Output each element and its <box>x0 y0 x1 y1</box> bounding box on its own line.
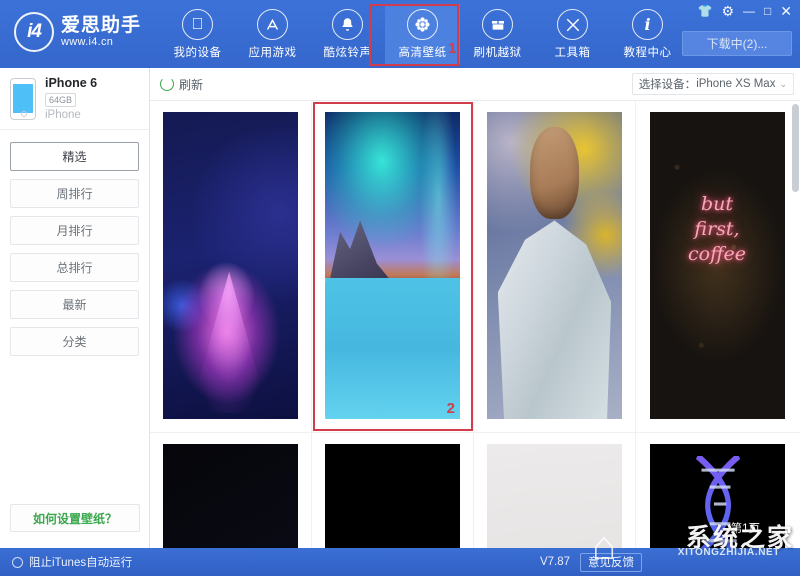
sidebar: iPhone 6 64GB iPhone 精选 周排行 月排行 总排行 最新 分… <box>0 68 150 548</box>
main-nav:  我的设备 应用游戏 酷炫铃声 <box>160 4 685 64</box>
wallpaper-thumbnail <box>650 444 785 548</box>
block-itunes-label: 阻止iTunes自动运行 <box>29 554 132 570</box>
scroll-to-top-icon[interactable]: ︿ <box>771 521 788 538</box>
tools-icon <box>557 9 588 40</box>
wallpaper-cell-purple-ghost-mountain[interactable] <box>150 101 312 432</box>
nav-item-tutorial-center[interactable]: i 教程中心 <box>610 4 685 64</box>
close-icon[interactable]: ✕ <box>780 5 792 17</box>
sidebar-nav: 精选 周排行 月排行 总排行 最新 分类 <box>0 130 149 356</box>
wallpaper-thumbnail <box>325 444 460 548</box>
brand-name: 爱思助手 <box>61 15 141 36</box>
info-icon: i <box>632 9 663 40</box>
device-card[interactable]: iPhone 6 64GB iPhone <box>0 68 149 130</box>
flower-icon <box>407 9 438 40</box>
refresh-button[interactable]: 刷新 <box>160 76 203 93</box>
sidebar-item-featured[interactable]: 精选 <box>10 142 139 171</box>
sidebar-item-total-rank[interactable]: 总排行 <box>10 253 139 282</box>
wallpaper-thumbnail <box>163 112 298 419</box>
nav-item-toolbox[interactable]: 工具箱 <box>535 4 610 64</box>
status-bar: 阻止iTunes自动运行 V7.87 意见反馈 <box>0 548 800 576</box>
app-header: i4 爱思助手 www.i4.cn  我的设备 应用游戏 <box>0 0 800 68</box>
device-select-label: 选择设备： <box>639 76 697 92</box>
device-name: iPhone 6 <box>45 76 97 91</box>
gear-icon[interactable]: ⚙ <box>721 5 734 17</box>
chevron-down-icon: ⌄ <box>779 79 787 90</box>
nav-label: 我的设备 <box>174 44 222 60</box>
wallpaper-cell-dark-abstract-lines[interactable] <box>150 433 312 548</box>
sidebar-item-categories[interactable]: 分类 <box>10 327 139 356</box>
wallpaper-neon-text: butfirst,coffee <box>650 192 785 267</box>
wallpaper-thumbnail <box>487 444 622 548</box>
minimize-icon[interactable]: — <box>743 5 755 17</box>
device-type: iPhone <box>45 108 97 122</box>
app-logo: i4 爱思助手 www.i4.cn <box>14 12 141 52</box>
sidebar-item-newest[interactable]: 最新 <box>10 290 139 319</box>
iphone-icon <box>10 78 36 120</box>
i4-assistant-window: i4 爱思助手 www.i4.cn  我的设备 应用游戏 <box>0 0 800 576</box>
nav-label: 高清壁纸 <box>399 44 447 60</box>
maximize-icon[interactable]: □ <box>764 5 771 17</box>
wallpaper-row: 2 butfirst,coffee <box>150 101 800 433</box>
wallpaper-cell-light-gray-gradient[interactable] <box>474 433 636 548</box>
nav-item-ringtones[interactable]: 酷炫铃声 <box>310 4 385 64</box>
wallpaper-cell-man-in-white-suit[interactable] <box>474 101 636 432</box>
device-capacity-badge: 64GB <box>45 93 76 107</box>
wallpaper-grid: 2 butfirst,coffee <box>150 101 800 548</box>
annotation-number-2: 2 <box>447 400 455 417</box>
content-toolbar: 刷新 选择设备： iPhone XS Max ⌄ <box>150 68 800 101</box>
window-controls: 👕 ⚙ — □ ✕ <box>698 5 793 17</box>
radio-icon <box>12 557 23 568</box>
content-area: 刷新 选择设备： iPhone XS Max ⌄ 2 <box>150 68 800 548</box>
nav-label: 酷炫铃声 <box>324 44 372 60</box>
wallpaper-cell-black-red-glow[interactable] <box>312 433 474 548</box>
page-indicator: 第1页 <box>731 520 760 536</box>
nav-label: 工具箱 <box>555 44 591 60</box>
wallpaper-cell-aurora-ice-lake[interactable]: 2 <box>312 101 474 432</box>
nav-item-my-device[interactable]:  我的设备 <box>160 4 235 64</box>
apple-icon:  <box>182 9 213 40</box>
refresh-label: 刷新 <box>179 76 203 93</box>
sidebar-item-monthly-rank[interactable]: 月排行 <box>10 216 139 245</box>
wallpaper-row <box>150 433 800 548</box>
wallpaper-thumbnail: 2 <box>325 112 460 419</box>
block-itunes-toggle[interactable]: 阻止iTunes自动运行 <box>12 554 132 570</box>
nav-label: 刷机越狱 <box>474 44 522 60</box>
wallpaper-thumbnail <box>487 112 622 419</box>
nav-item-apps-games[interactable]: 应用游戏 <box>235 4 310 64</box>
sidebar-item-weekly-rank[interactable]: 周排行 <box>10 179 139 208</box>
i4-logo-icon: i4 <box>14 12 54 52</box>
skin-icon[interactable]: 👕 <box>698 5 713 17</box>
vertical-scrollbar[interactable] <box>792 104 799 192</box>
box-icon <box>482 9 513 40</box>
version-label: V7.87 <box>540 556 570 568</box>
wallpaper-thumbnail: butfirst,coffee <box>650 112 785 419</box>
appstore-icon <box>257 9 288 40</box>
nav-label: 应用游戏 <box>249 44 297 60</box>
feedback-button[interactable]: 意见反馈 <box>580 553 642 572</box>
refresh-icon <box>160 77 174 91</box>
downloading-button[interactable]: 下载中(2)... <box>682 31 792 56</box>
brand-url: www.i4.cn <box>61 36 141 49</box>
wallpaper-thumbnail <box>163 444 298 548</box>
device-select-value: iPhone XS Max <box>696 78 775 90</box>
wallpaper-cell-but-first-coffee[interactable]: butfirst,coffee <box>636 101 798 432</box>
nav-item-flash-jailbreak[interactable]: 刷机越狱 <box>460 4 535 64</box>
how-to-set-wallpaper-link[interactable]: 如何设置壁纸？ <box>10 504 140 532</box>
bell-icon <box>332 9 363 40</box>
nav-label: 教程中心 <box>624 44 672 60</box>
device-select-dropdown[interactable]: 选择设备： iPhone XS Max ⌄ <box>632 73 794 95</box>
nav-item-hd-wallpaper[interactable]: 高清壁纸 <box>385 4 460 64</box>
